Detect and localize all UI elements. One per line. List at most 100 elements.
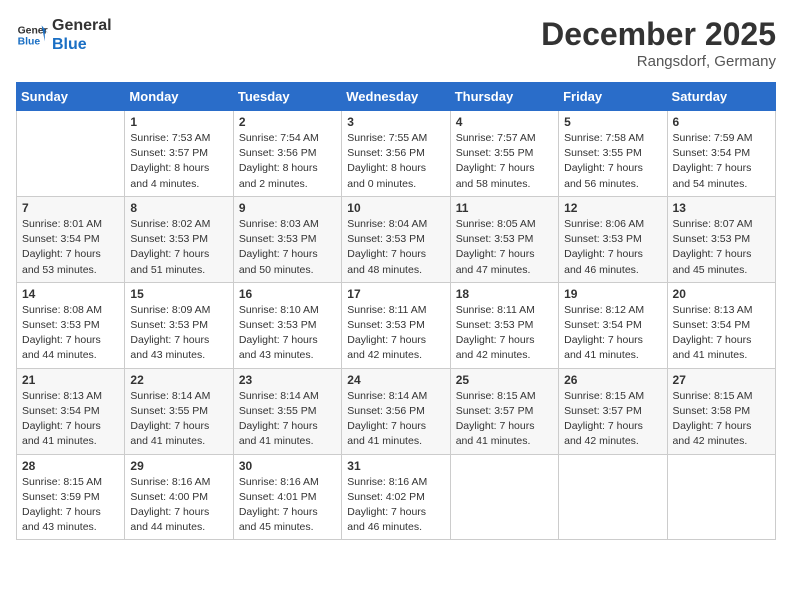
calendar-cell: 2 Sunrise: 7:54 AM Sunset: 3:56 PM Daylig… [233, 111, 341, 197]
calendar-cell: 19 Sunrise: 8:12 AM Sunset: 3:54 PM Dayli… [559, 282, 667, 368]
week-row-5: 28 Sunrise: 8:15 AM Sunset: 3:59 PM Dayli… [17, 454, 776, 540]
day-number: 31 [347, 459, 444, 473]
day-number: 21 [22, 373, 119, 387]
day-info: Sunrise: 8:13 AM Sunset: 3:54 PM Dayligh… [673, 303, 770, 364]
page-header: General Blue General Blue December 2025 … [16, 16, 776, 70]
weekday-header-wednesday: Wednesday [342, 83, 450, 111]
day-number: 5 [564, 115, 661, 129]
logo: General Blue General Blue [16, 16, 112, 54]
calendar-cell [559, 454, 667, 540]
day-number: 15 [130, 287, 227, 301]
location-subtitle: Rangsdorf, Germany [541, 53, 776, 70]
day-info: Sunrise: 8:02 AM Sunset: 3:53 PM Dayligh… [130, 217, 227, 278]
day-info: Sunrise: 8:05 AM Sunset: 3:53 PM Dayligh… [456, 217, 553, 278]
day-info: Sunrise: 8:14 AM Sunset: 3:55 PM Dayligh… [239, 389, 336, 450]
day-number: 2 [239, 115, 336, 129]
calendar-cell: 26 Sunrise: 8:15 AM Sunset: 3:57 PM Dayli… [559, 368, 667, 454]
calendar-cell: 9 Sunrise: 8:03 AM Sunset: 3:53 PM Daylig… [233, 196, 341, 282]
calendar-cell [17, 111, 125, 197]
day-number: 19 [564, 287, 661, 301]
day-number: 29 [130, 459, 227, 473]
day-info: Sunrise: 7:54 AM Sunset: 3:56 PM Dayligh… [239, 131, 336, 192]
day-number: 22 [130, 373, 227, 387]
svg-text:Blue: Blue [18, 37, 41, 48]
week-row-4: 21 Sunrise: 8:13 AM Sunset: 3:54 PM Dayli… [17, 368, 776, 454]
calendar-cell: 17 Sunrise: 8:11 AM Sunset: 3:53 PM Dayli… [342, 282, 450, 368]
week-row-2: 7 Sunrise: 8:01 AM Sunset: 3:54 PM Daylig… [17, 196, 776, 282]
day-number: 17 [347, 287, 444, 301]
calendar-table: SundayMondayTuesdayWednesdayThursdayFrid… [16, 82, 776, 540]
day-number: 26 [564, 373, 661, 387]
calendar-cell: 4Sunrise: 7:57 AM Sunset: 3:55 PM Daylig… [450, 111, 558, 197]
day-info: Sunrise: 8:01 AM Sunset: 3:54 PM Dayligh… [22, 217, 119, 278]
calendar-cell: 11Sunrise: 8:05 AM Sunset: 3:53 PM Dayli… [450, 196, 558, 282]
day-info: Sunrise: 8:03 AM Sunset: 3:53 PM Dayligh… [239, 217, 336, 278]
day-number: 6 [673, 115, 770, 129]
weekday-header-friday: Friday [559, 83, 667, 111]
weekday-header-saturday: Saturday [667, 83, 775, 111]
calendar-cell: 14Sunrise: 8:08 AM Sunset: 3:53 PM Dayli… [17, 282, 125, 368]
title-area: December 2025 Rangsdorf, Germany [541, 16, 776, 70]
calendar-cell: 12Sunrise: 8:06 AM Sunset: 3:53 PM Dayli… [559, 196, 667, 282]
day-info: Sunrise: 8:14 AM Sunset: 3:55 PM Dayligh… [130, 389, 227, 450]
calendar-cell: 24Sunrise: 8:14 AM Sunset: 3:56 PM Dayli… [342, 368, 450, 454]
calendar-cell: 8Sunrise: 8:02 AM Sunset: 3:53 PM Daylig… [125, 196, 233, 282]
day-info: Sunrise: 8:15 AM Sunset: 3:59 PM Dayligh… [22, 475, 119, 536]
calendar-cell [450, 454, 558, 540]
week-row-3: 14Sunrise: 8:08 AM Sunset: 3:53 PM Dayli… [17, 282, 776, 368]
logo-text-line1: General [52, 16, 112, 35]
calendar-cell: 23Sunrise: 8:14 AM Sunset: 3:55 PM Dayli… [233, 368, 341, 454]
calendar-cell: 5Sunrise: 7:58 AM Sunset: 3:55 PM Daylig… [559, 111, 667, 197]
day-number: 16 [239, 287, 336, 301]
weekday-header-sunday: Sunday [17, 83, 125, 111]
calendar-cell: 7 Sunrise: 8:01 AM Sunset: 3:54 PM Daylig… [17, 196, 125, 282]
day-info: Sunrise: 8:08 AM Sunset: 3:53 PM Dayligh… [22, 303, 119, 364]
weekday-header-row: SundayMondayTuesdayWednesdayThursdayFrid… [17, 83, 776, 111]
calendar-cell: 3Sunrise: 7:55 AM Sunset: 3:56 PM Daylig… [342, 111, 450, 197]
day-info: Sunrise: 8:16 AM Sunset: 4:00 PM Dayligh… [130, 475, 227, 536]
day-info: Sunrise: 8:06 AM Sunset: 3:53 PM Dayligh… [564, 217, 661, 278]
day-number: 25 [456, 373, 553, 387]
calendar-cell: 22 Sunrise: 8:14 AM Sunset: 3:55 PM Dayli… [125, 368, 233, 454]
day-info: Sunrise: 8:15 AM Sunset: 3:57 PM Dayligh… [456, 389, 553, 450]
day-number: 18 [456, 287, 553, 301]
day-number: 1 [130, 115, 227, 129]
day-info: Sunrise: 8:15 AM Sunset: 3:58 PM Dayligh… [673, 389, 770, 450]
day-info: Sunrise: 8:11 AM Sunset: 3:53 PM Dayligh… [347, 303, 444, 364]
day-info: Sunrise: 8:13 AM Sunset: 3:54 PM Dayligh… [22, 389, 119, 450]
day-info: Sunrise: 8:04 AM Sunset: 3:53 PM Dayligh… [347, 217, 444, 278]
day-info: Sunrise: 7:55 AM Sunset: 3:56 PM Dayligh… [347, 131, 444, 192]
day-info: Sunrise: 7:53 AM Sunset: 3:57 PM Dayligh… [130, 131, 227, 192]
calendar-cell: 30Sunrise: 8:16 AM Sunset: 4:01 PM Dayli… [233, 454, 341, 540]
day-info: Sunrise: 8:11 AM Sunset: 3:53 PM Dayligh… [456, 303, 553, 364]
day-number: 9 [239, 201, 336, 215]
weekday-header-monday: Monday [125, 83, 233, 111]
day-number: 28 [22, 459, 119, 473]
day-number: 20 [673, 287, 770, 301]
day-number: 4 [456, 115, 553, 129]
calendar-cell: 6Sunrise: 7:59 AM Sunset: 3:54 PM Daylig… [667, 111, 775, 197]
day-number: 10 [347, 201, 444, 215]
day-number: 27 [673, 373, 770, 387]
calendar-cell: 20 Sunrise: 8:13 AM Sunset: 3:54 PM Dayli… [667, 282, 775, 368]
calendar-cell: 18 Sunrise: 8:11 AM Sunset: 3:53 PM Dayli… [450, 282, 558, 368]
day-info: Sunrise: 8:12 AM Sunset: 3:54 PM Dayligh… [564, 303, 661, 364]
calendar-cell: 25 Sunrise: 8:15 AM Sunset: 3:57 PM Dayli… [450, 368, 558, 454]
calendar-cell [667, 454, 775, 540]
calendar-cell: 28 Sunrise: 8:15 AM Sunset: 3:59 PM Dayli… [17, 454, 125, 540]
logo-icon: General Blue [16, 19, 48, 51]
week-row-1: 1 Sunrise: 7:53 AM Sunset: 3:57 PM Daylig… [17, 111, 776, 197]
calendar-cell: 16Sunrise: 8:10 AM Sunset: 3:53 PM Dayli… [233, 282, 341, 368]
month-year-title: December 2025 [541, 16, 776, 53]
day-info: Sunrise: 8:09 AM Sunset: 3:53 PM Dayligh… [130, 303, 227, 364]
calendar-cell: 29 Sunrise: 8:16 AM Sunset: 4:00 PM Dayli… [125, 454, 233, 540]
day-info: Sunrise: 8:16 AM Sunset: 4:02 PM Dayligh… [347, 475, 444, 536]
calendar-cell: 21 Sunrise: 8:13 AM Sunset: 3:54 PM Dayli… [17, 368, 125, 454]
weekday-header-tuesday: Tuesday [233, 83, 341, 111]
calendar-cell: 10 Sunrise: 8:04 AM Sunset: 3:53 PM Dayli… [342, 196, 450, 282]
day-info: Sunrise: 8:16 AM Sunset: 4:01 PM Dayligh… [239, 475, 336, 536]
weekday-header-thursday: Thursday [450, 83, 558, 111]
day-info: Sunrise: 8:15 AM Sunset: 3:57 PM Dayligh… [564, 389, 661, 450]
day-number: 7 [22, 201, 119, 215]
calendar-cell: 1 Sunrise: 7:53 AM Sunset: 3:57 PM Daylig… [125, 111, 233, 197]
